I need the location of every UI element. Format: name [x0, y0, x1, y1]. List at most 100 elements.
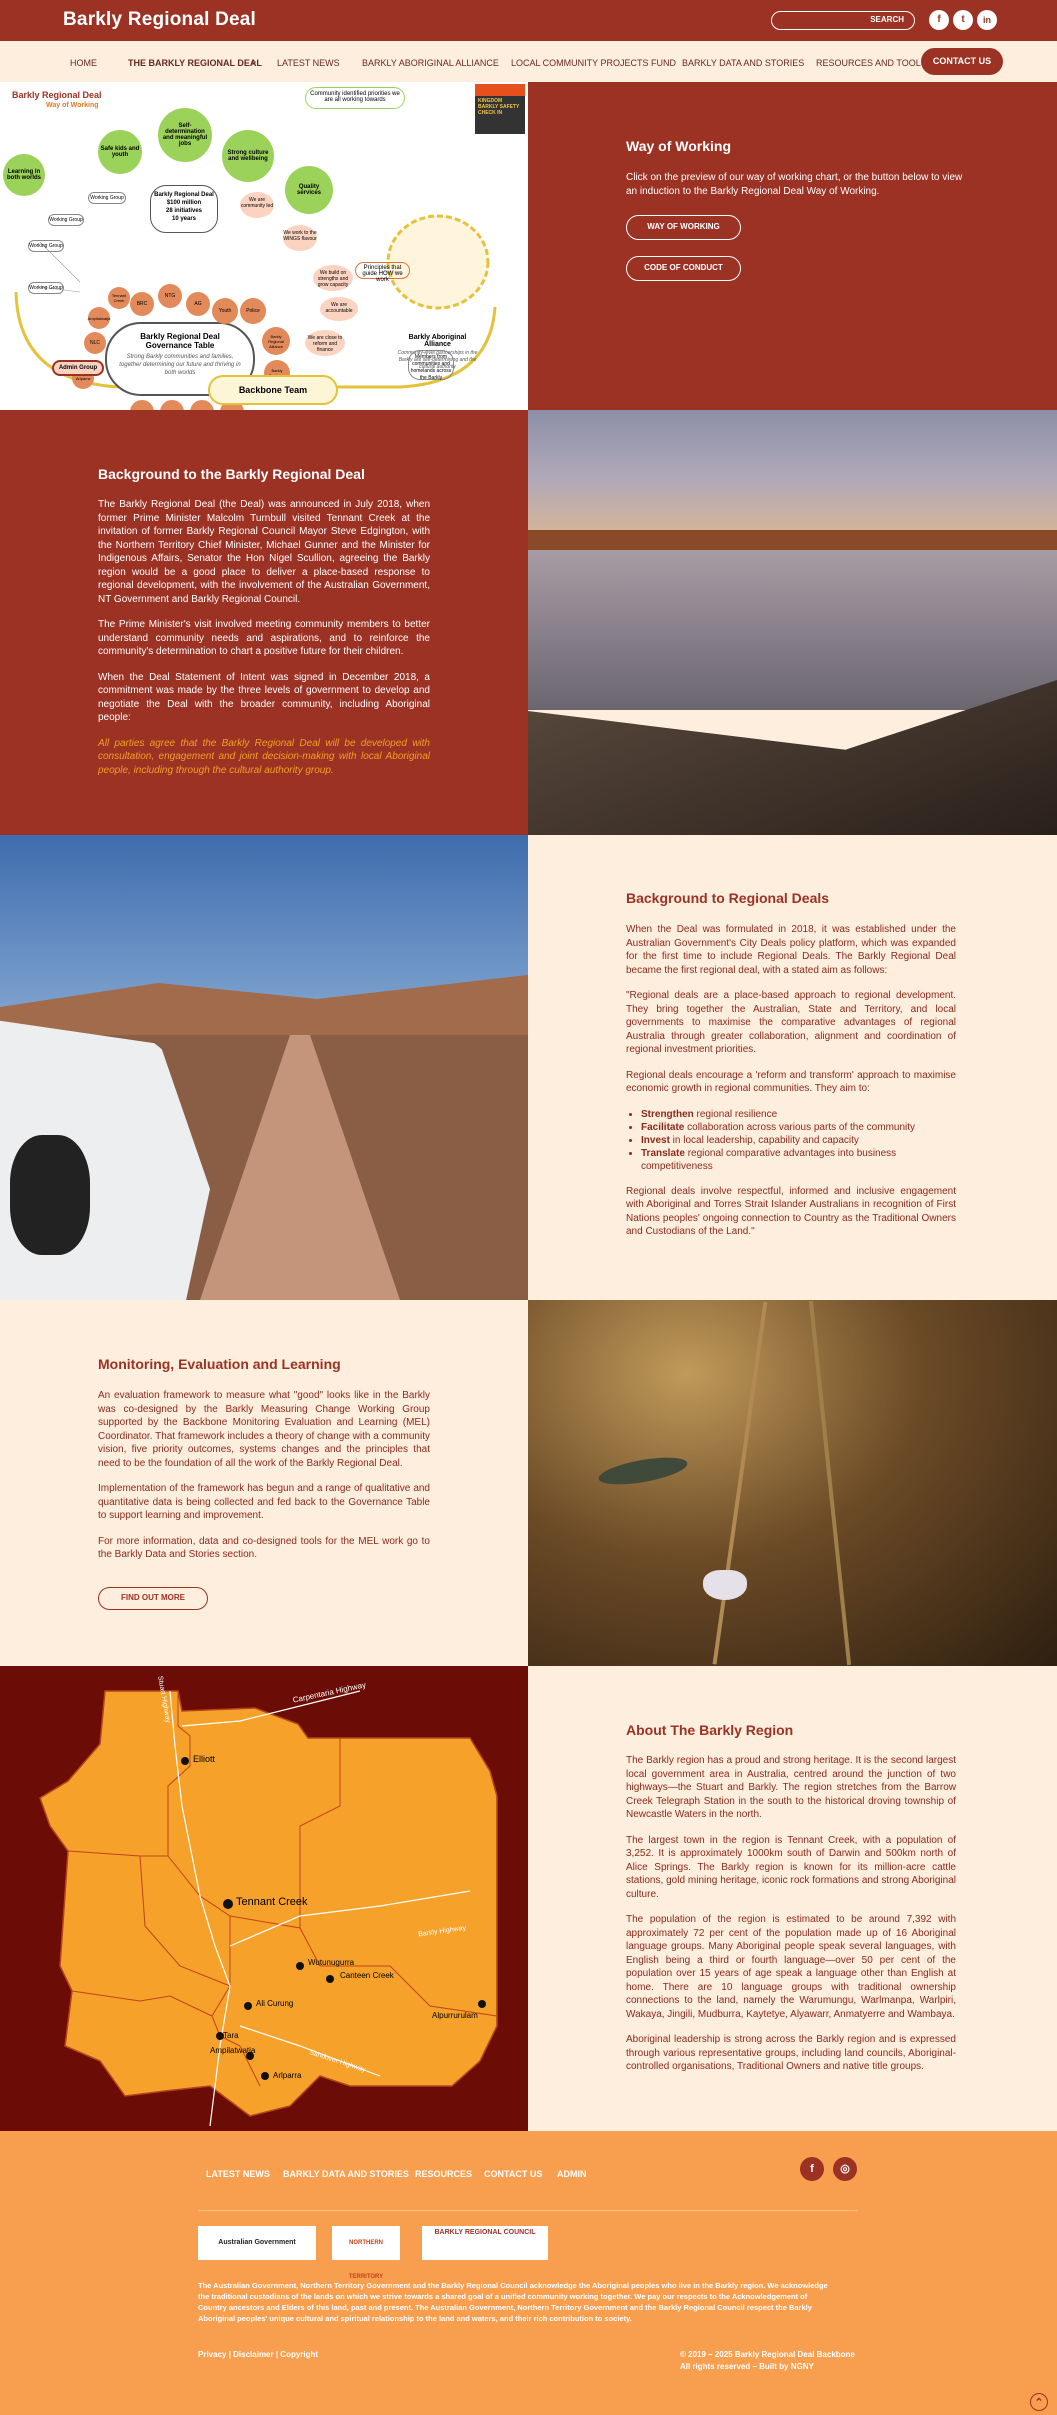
petal: Tennant Creek [108, 287, 130, 309]
nav-data-and-stories[interactable]: BARKLY DATA AND STORIES [682, 58, 804, 68]
region-paragraph: The population of the region is estimate… [626, 1914, 956, 2020]
search-box[interactable]: SEARCH [771, 11, 915, 30]
map-label: Tennant Creek [236, 1896, 308, 1908]
backbone-team: Backbone Team [208, 375, 338, 405]
scroll-top-icon[interactable]: ⌃ [1030, 2393, 1048, 2411]
working-group: Working Group [48, 214, 84, 226]
way-of-working-button[interactable]: WAY OF WORKING [626, 215, 741, 240]
mel-paragraph: For more information, data and co-design… [98, 1535, 430, 1561]
list-item: Strengthen regional resilience [641, 1108, 956, 1121]
rights-text: All rights reserved – Built by NGNY [680, 2362, 814, 2371]
bubble-quality-services: Quality services [285, 166, 333, 214]
nav-home[interactable]: HOME [70, 58, 97, 68]
bubble-learning: Learning in both worlds [3, 154, 45, 196]
map-label: Alpurrurulam [432, 2011, 478, 2020]
way-text: Click on the preview of our way of worki… [626, 172, 963, 197]
petal: Police [240, 298, 266, 324]
search-button[interactable]: SEARCH [870, 15, 904, 24]
regional-deals-section: Background to Regional Deals When the De… [528, 835, 1057, 1300]
top-bar: Barkly Regional Deal SEARCH f t in [0, 0, 1057, 41]
background-quote: All parties agree that the Barkly Region… [98, 737, 430, 776]
main-nav: HOME THE BARKLY REGIONAL DEAL ⌄ LATEST N… [0, 41, 1057, 82]
priorities-label: Community identified priorities we are a… [305, 87, 405, 109]
nav-latest-news[interactable]: LATEST NEWS [277, 58, 340, 68]
petal: NTG [158, 284, 182, 308]
footer-link-resources[interactable]: RESOURCES [415, 2169, 472, 2179]
mel-paragraph: Implementation of the framework has begu… [98, 1483, 430, 1521]
site-title[interactable]: Barkly Regional Deal [63, 9, 256, 31]
legal-links[interactable]: Privacy | Disclaimer | Copyright [198, 2350, 318, 2359]
way-of-working-chart[interactable]: Barkly Regional Deal Way of Working KING… [0, 82, 528, 410]
map-label: Ali Curung [256, 1999, 294, 2008]
acknowledgement-text: The Australian Government, Northern Terr… [198, 2281, 828, 2323]
bubble-strong-culture: Strong culture and wellbeing [222, 130, 274, 182]
working-group: Working Group [28, 240, 64, 252]
regional-paragraph: Regional deals involve respectful, infor… [626, 1185, 956, 1238]
contact-us-button[interactable]: CONTACT US [921, 48, 1003, 75]
copyright: © 2019 – 2025 Barkly Regional Deal Backb… [680, 2350, 855, 2359]
search-input[interactable] [778, 13, 858, 28]
footer-facebook-icon[interactable]: f [800, 2157, 824, 2181]
footer-divider [198, 2210, 858, 2211]
background-paragraph: The Barkly Regional Deal (the Deal) was … [98, 499, 430, 605]
working-group: Working Group [28, 282, 64, 294]
twitter-icon[interactable]: t [953, 10, 973, 30]
way-title: Way of Working [626, 138, 731, 154]
list-item: Translate regional comparative advantage… [641, 1147, 956, 1173]
principle-bubble: We are community led [240, 192, 274, 218]
footer-instagram-icon[interactable]: ◎ [833, 2157, 857, 2181]
petal: NLC [84, 332, 106, 354]
facebook-icon[interactable]: f [929, 10, 949, 30]
principle-bubble: We are close to reform and finance [305, 330, 345, 356]
aims-list: Strengthen regional resilience Facilitat… [626, 1108, 956, 1173]
background-section: Background to the Barkly Regional Deal T… [0, 410, 528, 835]
footer-link-data-stories[interactable]: BARKLY DATA AND STORIES [283, 2169, 409, 2179]
about-region-section: About The Barkly Region The Barkly regio… [528, 1666, 1057, 2131]
background-paragraph: When the Deal Statement of Intent was si… [98, 671, 430, 724]
background-title: Background to the Barkly Regional Deal [98, 466, 365, 482]
deal-summary-box: Barkly Regional Deal $100 million 28 initi… [150, 185, 218, 233]
barkly-region-map: Elliott Tennant Creek Wutunugurra Cantee… [0, 1666, 528, 2131]
regional-paragraph: When the Deal was formulated in 2018, it… [626, 924, 956, 976]
mel-section: Monitoring, Evaluation and Learning An e… [0, 1300, 528, 1666]
region-paragraph: The largest town in the region is Tennan… [626, 1834, 956, 1900]
mel-title: Monitoring, Evaluation and Learning [98, 1356, 341, 1372]
barkly-regional-council-logo: BARKLY REGIONAL COUNCIL [422, 2226, 548, 2260]
flower-photo [528, 1300, 1057, 1666]
linkedin-icon[interactable]: in [977, 10, 997, 30]
background-paragraph: The Prime Minister's visit involved meet… [98, 619, 430, 657]
map-label: Arlparra [273, 2071, 302, 2080]
outback-road-photo [0, 835, 528, 1300]
nav-resources-and-tools[interactable]: RESOURCES AND TOOLS [816, 58, 927, 68]
list-item: Facilitate collaboration across various … [641, 1121, 956, 1134]
nav-community-projects-fund[interactable]: LOCAL COMMUNITY PROJECTS FUND [511, 58, 676, 68]
list-item: Invest in local leadership, capability a… [641, 1134, 956, 1147]
australian-government-logo: Australian Government [198, 2226, 316, 2260]
region-paragraph: Aboriginal leadership is strong across t… [626, 2034, 956, 2072]
northern-territory-logo: NORTHERN TERRITORY [332, 2226, 400, 2280]
members-label: Members from communities and homelands a… [408, 350, 454, 381]
bubble-self-determination: Self-determination and meaningful jobs [158, 108, 212, 162]
way-of-working-section: Way of Working Click on the preview of o… [528, 82, 1057, 410]
footer-link-admin[interactable]: ADMIN [557, 2169, 587, 2179]
petal: BRC [130, 292, 154, 316]
principle-bubble: We are accountable [320, 297, 358, 321]
chevron-down-icon[interactable]: ⌄ [249, 54, 258, 67]
working-group: Working Group [88, 192, 126, 204]
map-label: Ampilatwatja [210, 2046, 256, 2055]
nav-barkly-regional-deal[interactable]: THE BARKLY REGIONAL DEAL [128, 58, 262, 68]
river-photo [528, 410, 1057, 835]
footer-link-contact[interactable]: CONTACT US [484, 2169, 542, 2179]
nav-aboriginal-alliance[interactable]: BARKLY ABORIGINAL ALLIANCE [362, 58, 499, 68]
mel-paragraph: An evaluation framework to measure what … [98, 1390, 430, 1469]
region-title: About The Barkly Region [626, 1722, 794, 1738]
map-label: Tara [223, 2031, 239, 2040]
map-label: Elliott [193, 1754, 216, 1764]
footer-link-latest-news[interactable]: LATEST NEWS [206, 2169, 270, 2179]
principle-bubble: We build on strengths and grow capacity [313, 265, 353, 291]
regional-paragraph: "Regional deals are a place-based approa… [626, 990, 956, 1055]
bubble-safe-kids: Safe kids and youth [98, 130, 142, 174]
principle-bubble: We work to the WINGS flavour [283, 225, 317, 251]
code-of-conduct-button[interactable]: CODE OF CONDUCT [626, 256, 741, 281]
find-out-more-button[interactable]: FIND OUT MORE [98, 1587, 208, 1610]
